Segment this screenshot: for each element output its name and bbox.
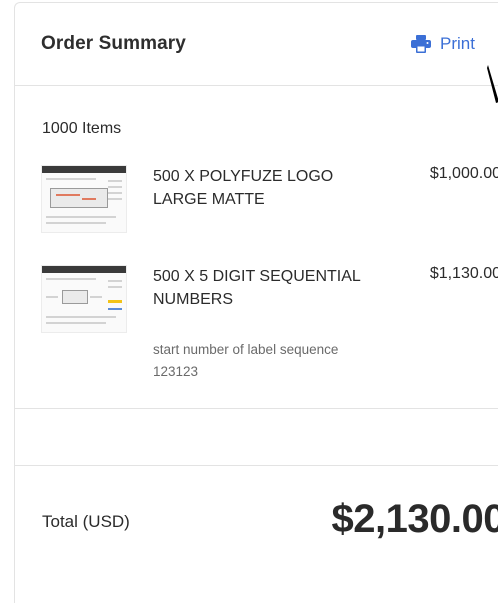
list-item: 500 x POLYFUZE LOGO LARGE MATTE $1,000.0… bbox=[41, 165, 498, 235]
product-thumbnail bbox=[41, 265, 127, 333]
print-label: Print bbox=[440, 34, 475, 53]
item-note: start number of label sequence 123123 bbox=[153, 342, 339, 379]
list-item: 500 x 5 DIGIT SEQUENTIAL NUMBERS start n… bbox=[41, 265, 498, 385]
total-value: $2,130.00 bbox=[331, 497, 498, 541]
divider bbox=[15, 408, 498, 409]
divider bbox=[15, 465, 498, 466]
items-count: 1000 Items bbox=[42, 120, 122, 137]
item-price: $1,000.00 bbox=[429, 165, 498, 182]
total-label: Total (USD) bbox=[42, 512, 130, 531]
printer-icon bbox=[411, 35, 431, 53]
order-summary-header: Order Summary Print bbox=[15, 3, 498, 86]
order-summary-card: Order Summary Print 1000 Items 500 X POL… bbox=[14, 2, 498, 603]
item-name: 500 x POLYFUZE LOGO LARGE MATTE bbox=[153, 168, 334, 208]
product-thumbnail bbox=[41, 165, 127, 233]
print-button[interactable]: Print bbox=[411, 34, 475, 54]
item-name: 500 x 5 DIGIT SEQUENTIAL NUMBERS bbox=[153, 268, 361, 308]
mouse-pointer-icon bbox=[487, 64, 498, 109]
page-title: Order Summary bbox=[41, 33, 186, 54]
item-price: $1,130.00 bbox=[429, 265, 498, 282]
